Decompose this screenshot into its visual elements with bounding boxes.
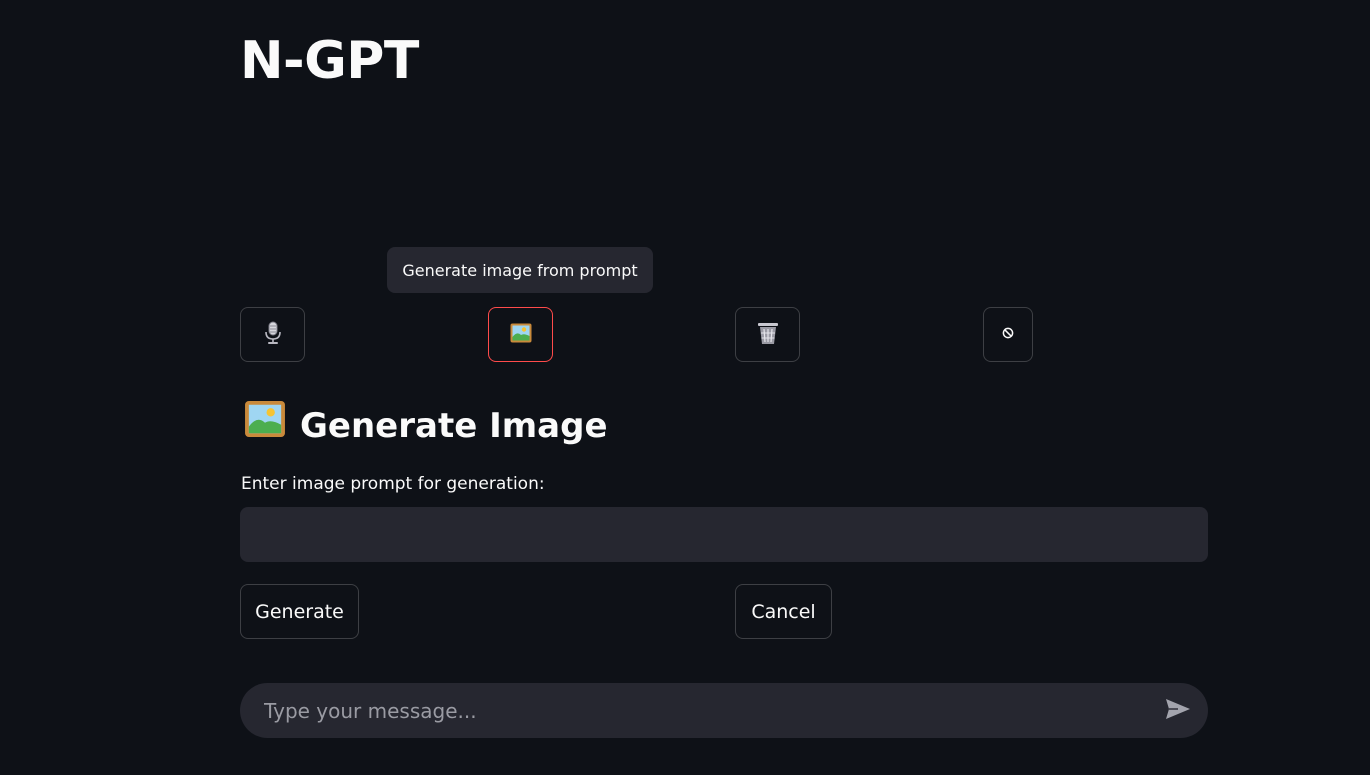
wastebasket-icon xyxy=(757,321,779,348)
app-root: N-GPT Generate image from prompt Generat… xyxy=(0,0,1370,775)
clear-chat-button[interactable] xyxy=(735,307,800,362)
generate-image-heading-text: Generate Image xyxy=(300,405,608,446)
chat-input-bar xyxy=(240,683,1208,738)
generate-image-button[interactable] xyxy=(488,307,553,362)
send-icon xyxy=(1164,697,1192,724)
chat-message-input[interactable] xyxy=(240,683,1148,738)
image-prompt-input[interactable] xyxy=(240,507,1208,562)
tooltip-text: Generate image from prompt xyxy=(402,260,638,280)
cancel-button[interactable]: Cancel xyxy=(735,584,832,639)
page-title: N-GPT xyxy=(240,31,419,91)
microphone-icon xyxy=(264,321,282,348)
picture-icon xyxy=(510,323,532,346)
no-entry-icon xyxy=(1002,327,1014,342)
voice-input-button[interactable] xyxy=(240,307,305,362)
picture-icon xyxy=(244,400,286,451)
send-button[interactable] xyxy=(1148,683,1208,738)
tooltip: Generate image from prompt xyxy=(387,247,653,293)
prompt-field-label: Enter image prompt for generation: xyxy=(241,474,545,494)
generate-button[interactable]: Generate xyxy=(240,584,359,639)
stop-button[interactable] xyxy=(983,307,1033,362)
generate-image-heading: Generate Image xyxy=(244,400,608,451)
